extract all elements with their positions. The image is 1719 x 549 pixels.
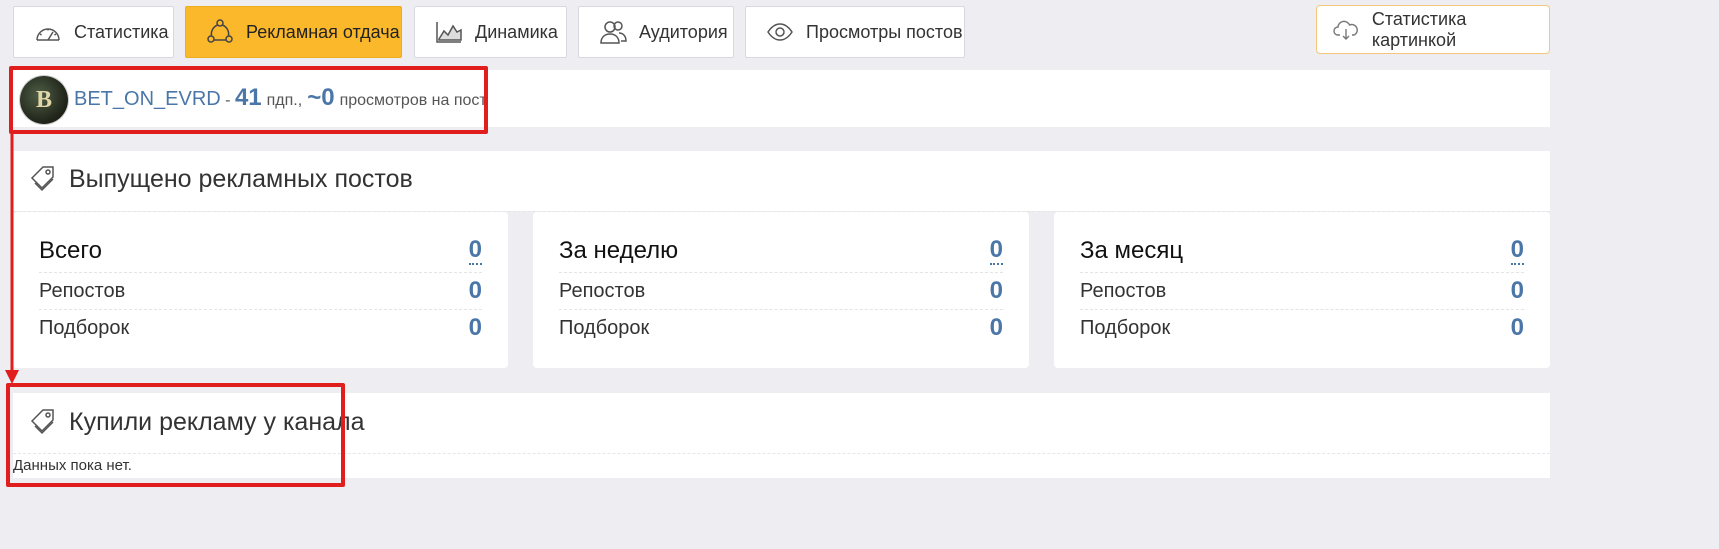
annotation-arrow (5, 134, 19, 384)
